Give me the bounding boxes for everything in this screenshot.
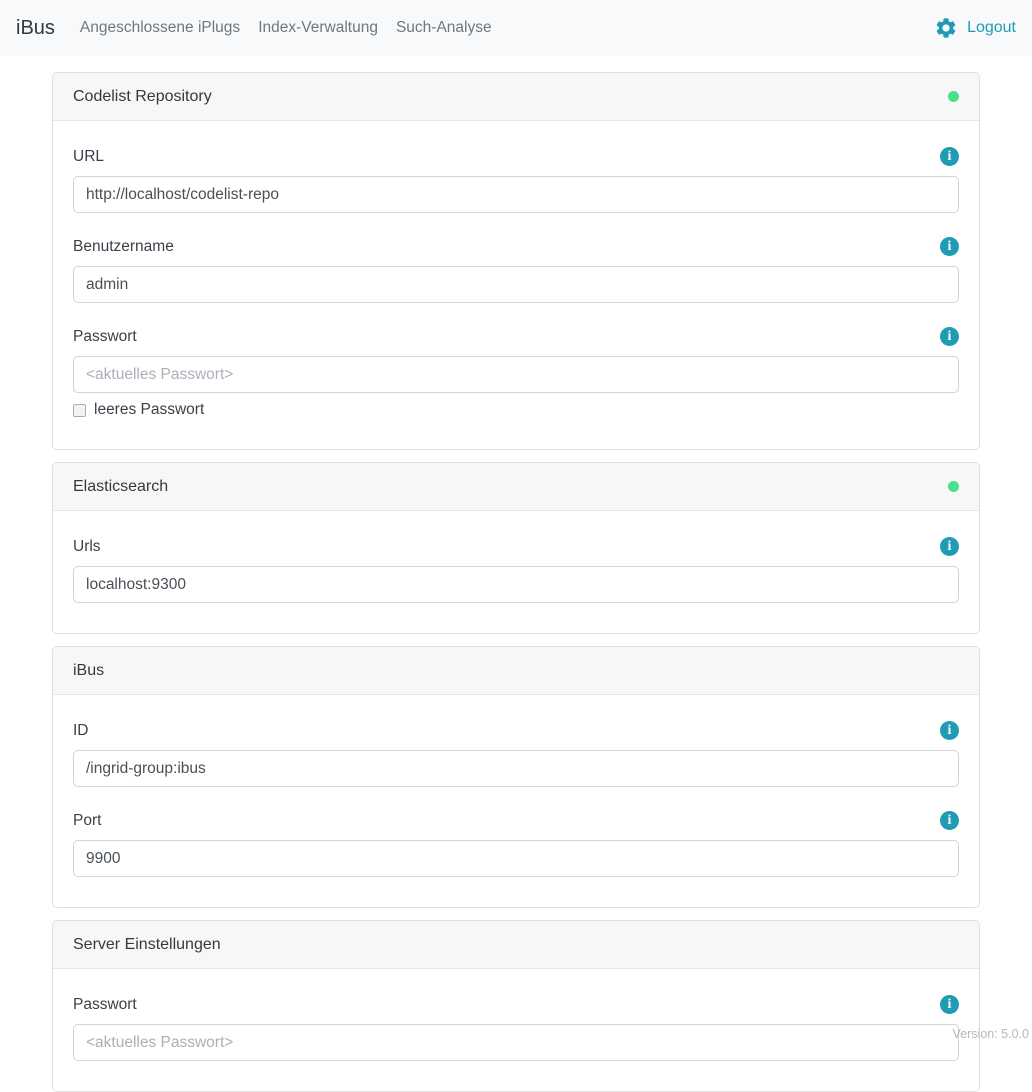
text-input[interactable] bbox=[73, 566, 959, 603]
card-body: Passwort i bbox=[53, 969, 979, 1091]
nav-link[interactable]: Angeschlossene iPlugs bbox=[71, 19, 249, 37]
info-icon[interactable]: i bbox=[940, 537, 959, 556]
info-icon[interactable]: i bbox=[940, 995, 959, 1014]
field-head: ID i bbox=[73, 721, 959, 740]
settings-card: iBus ID i Port i bbox=[52, 646, 980, 908]
status-ok-dot bbox=[948, 481, 959, 492]
settings-card: Elasticsearch Urls i bbox=[52, 462, 980, 634]
card-header: Codelist Repository bbox=[53, 73, 979, 121]
info-icon[interactable]: i bbox=[940, 327, 959, 346]
text-input[interactable] bbox=[73, 176, 959, 213]
nav-links: Angeschlossene iPlugsIndex-VerwaltungSuc… bbox=[71, 19, 501, 37]
form-field: ID i bbox=[73, 721, 959, 787]
settings-gear-icon[interactable] bbox=[934, 16, 958, 40]
card-header: iBus bbox=[53, 647, 979, 695]
field-label: Port bbox=[73, 812, 101, 830]
field-label: ID bbox=[73, 722, 89, 740]
info-icon[interactable]: i bbox=[940, 147, 959, 166]
form-field: Benutzername i bbox=[73, 237, 959, 303]
checkbox-label: leeres Passwort bbox=[94, 401, 204, 419]
card-body: URL i Benutzername i Passwort i leeres P… bbox=[53, 121, 979, 449]
navbar-right: Logout bbox=[934, 16, 1016, 40]
version-label: Version: 5.0.0 bbox=[953, 1027, 1029, 1041]
settings-card: Codelist Repository URL i Benutzername i… bbox=[52, 72, 980, 450]
field-head: Passwort i bbox=[73, 327, 959, 346]
brand-ibus[interactable]: iBus bbox=[16, 17, 55, 40]
nav-link[interactable]: Index-Verwaltung bbox=[249, 19, 387, 37]
card-header: Elasticsearch bbox=[53, 463, 979, 511]
text-input[interactable] bbox=[73, 750, 959, 787]
field-head: Benutzername i bbox=[73, 237, 959, 256]
card-body: ID i Port i bbox=[53, 695, 979, 907]
form-field: Urls i bbox=[73, 537, 959, 603]
settings-card: Server Einstellungen Passwort i bbox=[52, 920, 980, 1092]
text-input[interactable] bbox=[73, 356, 959, 393]
status-ok-dot bbox=[948, 91, 959, 102]
card-body: Urls i bbox=[53, 511, 979, 633]
field-label: Benutzername bbox=[73, 238, 174, 256]
text-input[interactable] bbox=[73, 840, 959, 877]
settings-page: Codelist Repository URL i Benutzername i… bbox=[52, 72, 980, 1092]
field-label: Passwort bbox=[73, 328, 137, 346]
field-head: URL i bbox=[73, 147, 959, 166]
card-title: Elasticsearch bbox=[73, 478, 168, 496]
field-head: Passwort i bbox=[73, 995, 959, 1014]
form-field: Passwort i bbox=[73, 995, 959, 1061]
top-navbar: iBus Angeschlossene iPlugsIndex-Verwaltu… bbox=[0, 0, 1032, 56]
form-field: URL i bbox=[73, 147, 959, 213]
form-field: Passwort i leeres Passwort bbox=[73, 327, 959, 419]
info-icon[interactable]: i bbox=[940, 721, 959, 740]
logout-link[interactable]: Logout bbox=[967, 19, 1016, 37]
info-icon[interactable]: i bbox=[940, 811, 959, 830]
checkbox[interactable] bbox=[73, 404, 86, 417]
field-label: Urls bbox=[73, 538, 101, 556]
field-label: URL bbox=[73, 148, 104, 166]
card-title: Server Einstellungen bbox=[73, 936, 221, 954]
card-header: Server Einstellungen bbox=[53, 921, 979, 969]
info-icon[interactable]: i bbox=[940, 237, 959, 256]
field-head: Port i bbox=[73, 811, 959, 830]
card-title: iBus bbox=[73, 662, 104, 680]
card-title: Codelist Repository bbox=[73, 88, 212, 106]
checkbox-row[interactable]: leeres Passwort bbox=[73, 401, 959, 419]
field-label: Passwort bbox=[73, 996, 137, 1014]
nav-link[interactable]: Such-Analyse bbox=[387, 19, 501, 37]
field-head: Urls i bbox=[73, 537, 959, 556]
text-input[interactable] bbox=[73, 266, 959, 303]
form-field: Port i bbox=[73, 811, 959, 877]
